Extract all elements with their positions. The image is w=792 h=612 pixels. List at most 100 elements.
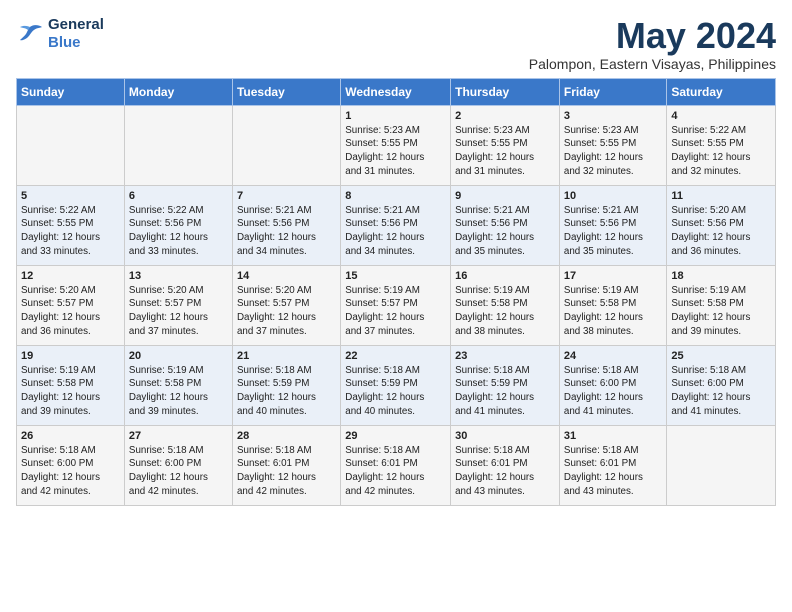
day-number: 22 — [345, 350, 446, 362]
day-number: 7 — [237, 190, 336, 202]
day-info: Sunrise: 5:21 AM Sunset: 5:56 PM Dayligh… — [455, 204, 555, 259]
day-number: 24 — [564, 350, 662, 362]
calendar-day-cell: 7 Sunrise: 5:21 AM Sunset: 5:56 PM Daylig… — [232, 185, 340, 265]
day-info: Sunrise: 5:20 AM Sunset: 5:56 PM Dayligh… — [671, 204, 771, 259]
calendar-day-cell: 22 Sunrise: 5:18 AM Sunset: 5:59 PM Dayli… — [341, 345, 451, 425]
calendar-day-cell: 11 Sunrise: 5:20 AM Sunset: 5:56 PM Dayli… — [667, 185, 776, 265]
day-number: 10 — [564, 190, 662, 202]
title-block: May 2024 Palompon, Eastern Visayas, Phil… — [529, 16, 776, 72]
day-number: 4 — [671, 110, 771, 122]
calendar-day-cell: 8Sunrise: 5:21 AM Sunset: 5:56 PM Daylig… — [341, 185, 451, 265]
day-number: 15 — [345, 270, 446, 282]
calendar-day-cell: 23 Sunrise: 5:18 AM Sunset: 5:59 PM Dayli… — [451, 345, 560, 425]
weekday-header-row: SundayMondayTuesdayWednesdayThursdayFrid… — [17, 78, 776, 105]
logo-line1: General — [48, 16, 104, 34]
day-info: Sunrise: 5:21 AM Sunset: 5:56 PM Dayligh… — [237, 204, 336, 259]
day-number: 17 — [564, 270, 662, 282]
day-info: Sunrise: 5:20 AM Sunset: 5:57 PM Dayligh… — [21, 284, 120, 339]
day-number: 25 — [671, 350, 771, 362]
day-number: 21 — [237, 350, 336, 362]
day-info: Sunrise: 5:18 AM Sunset: 6:00 PM Dayligh… — [564, 364, 662, 419]
day-number: 26 — [21, 430, 120, 442]
day-number: 12 — [21, 270, 120, 282]
day-info: Sunrise: 5:18 AM Sunset: 6:00 PM Dayligh… — [129, 444, 228, 499]
day-info: Sunrise: 5:19 AM Sunset: 5:57 PM Dayligh… — [345, 284, 446, 339]
calendar-day-cell: 3Sunrise: 5:23 AM Sunset: 5:55 PM Daylig… — [559, 105, 666, 185]
day-number: 8 — [345, 190, 446, 202]
calendar-day-cell: 4 Sunrise: 5:22 AM Sunset: 5:55 PM Daylig… — [667, 105, 776, 185]
day-number: 29 — [345, 430, 446, 442]
day-info: Sunrise: 5:18 AM Sunset: 6:00 PM Dayligh… — [21, 444, 120, 499]
calendar-day-cell: 14Sunrise: 5:20 AM Sunset: 5:57 PM Dayli… — [232, 265, 340, 345]
day-info: Sunrise: 5:23 AM Sunset: 5:55 PM Dayligh… — [345, 124, 446, 179]
calendar-day-cell: 15 Sunrise: 5:19 AM Sunset: 5:57 PM Dayli… — [341, 265, 451, 345]
day-number: 20 — [129, 350, 228, 362]
weekday-header-tuesday: Tuesday — [232, 78, 340, 105]
day-info: Sunrise: 5:19 AM Sunset: 5:58 PM Dayligh… — [671, 284, 771, 339]
day-number: 1 — [345, 110, 446, 122]
empty-day-cell — [124, 105, 232, 185]
day-number: 30 — [455, 430, 555, 442]
calendar-day-cell: 10 Sunrise: 5:21 AM Sunset: 5:56 PM Dayli… — [559, 185, 666, 265]
calendar-week-row: 5Sunrise: 5:22 AM Sunset: 5:55 PM Daylig… — [17, 185, 776, 265]
day-number: 18 — [671, 270, 771, 282]
day-number: 6 — [129, 190, 228, 202]
empty-day-cell — [17, 105, 125, 185]
empty-day-cell — [232, 105, 340, 185]
day-info: Sunrise: 5:20 AM Sunset: 5:57 PM Dayligh… — [129, 284, 228, 339]
day-info: Sunrise: 5:18 AM Sunset: 5:59 PM Dayligh… — [455, 364, 555, 419]
day-info: Sunrise: 5:22 AM Sunset: 5:56 PM Dayligh… — [129, 204, 228, 259]
calendar-week-row: 19 Sunrise: 5:19 AM Sunset: 5:58 PM Dayli… — [17, 345, 776, 425]
day-info: Sunrise: 5:22 AM Sunset: 5:55 PM Dayligh… — [21, 204, 120, 259]
weekday-header-monday: Monday — [124, 78, 232, 105]
day-info: Sunrise: 5:19 AM Sunset: 5:58 PM Dayligh… — [455, 284, 555, 339]
calendar-day-cell: 26 Sunrise: 5:18 AM Sunset: 6:00 PM Dayli… — [17, 425, 125, 505]
calendar-day-cell: 21 Sunrise: 5:18 AM Sunset: 5:59 PM Dayli… — [232, 345, 340, 425]
day-info: Sunrise: 5:18 AM Sunset: 5:59 PM Dayligh… — [345, 364, 446, 419]
calendar-day-cell: 13Sunrise: 5:20 AM Sunset: 5:57 PM Dayli… — [124, 265, 232, 345]
weekday-header-wednesday: Wednesday — [341, 78, 451, 105]
day-info: Sunrise: 5:18 AM Sunset: 5:59 PM Dayligh… — [237, 364, 336, 419]
weekday-header-thursday: Thursday — [451, 78, 560, 105]
month-title: May 2024 — [529, 16, 776, 56]
calendar-header: SundayMondayTuesdayWednesdayThursdayFrid… — [17, 78, 776, 105]
weekday-header-saturday: Saturday — [667, 78, 776, 105]
calendar-week-row: 1 Sunrise: 5:23 AM Sunset: 5:55 PM Daylig… — [17, 105, 776, 185]
day-number: 28 — [237, 430, 336, 442]
calendar-day-cell: 12 Sunrise: 5:20 AM Sunset: 5:57 PM Dayli… — [17, 265, 125, 345]
day-info: Sunrise: 5:20 AM Sunset: 5:57 PM Dayligh… — [237, 284, 336, 339]
day-info: Sunrise: 5:21 AM Sunset: 5:56 PM Dayligh… — [564, 204, 662, 259]
day-info: Sunrise: 5:18 AM Sunset: 6:01 PM Dayligh… — [455, 444, 555, 499]
location-title: Palompon, Eastern Visayas, Philippines — [529, 56, 776, 72]
calendar-day-cell: 30 Sunrise: 5:18 AM Sunset: 6:01 PM Dayli… — [451, 425, 560, 505]
calendar-day-cell: 5Sunrise: 5:22 AM Sunset: 5:55 PM Daylig… — [17, 185, 125, 265]
day-info: Sunrise: 5:22 AM Sunset: 5:55 PM Dayligh… — [671, 124, 771, 179]
day-info: Sunrise: 5:18 AM Sunset: 6:01 PM Dayligh… — [237, 444, 336, 499]
calendar-table: SundayMondayTuesdayWednesdayThursdayFrid… — [16, 78, 776, 506]
calendar-week-row: 26 Sunrise: 5:18 AM Sunset: 6:00 PM Dayli… — [17, 425, 776, 505]
logo-icon — [16, 23, 44, 45]
day-info: Sunrise: 5:18 AM Sunset: 6:00 PM Dayligh… — [671, 364, 771, 419]
calendar-day-cell: 28 Sunrise: 5:18 AM Sunset: 6:01 PM Dayli… — [232, 425, 340, 505]
calendar-day-cell: 29 Sunrise: 5:18 AM Sunset: 6:01 PM Dayli… — [341, 425, 451, 505]
day-number: 19 — [21, 350, 120, 362]
calendar-day-cell: 24 Sunrise: 5:18 AM Sunset: 6:00 PM Dayli… — [559, 345, 666, 425]
calendar-day-cell: 1 Sunrise: 5:23 AM Sunset: 5:55 PM Daylig… — [341, 105, 451, 185]
weekday-header-friday: Friday — [559, 78, 666, 105]
day-info: Sunrise: 5:23 AM Sunset: 5:55 PM Dayligh… — [564, 124, 662, 179]
calendar-day-cell: 18 Sunrise: 5:19 AM Sunset: 5:58 PM Dayli… — [667, 265, 776, 345]
day-info: Sunrise: 5:19 AM Sunset: 5:58 PM Dayligh… — [21, 364, 120, 419]
day-info: Sunrise: 5:18 AM Sunset: 6:01 PM Dayligh… — [345, 444, 446, 499]
weekday-header-sunday: Sunday — [17, 78, 125, 105]
page-header: General Blue May 2024 Palompon, Eastern … — [16, 16, 776, 72]
day-number: 11 — [671, 190, 771, 202]
day-number: 9 — [455, 190, 555, 202]
day-number: 16 — [455, 270, 555, 282]
day-number: 23 — [455, 350, 555, 362]
day-info: Sunrise: 5:23 AM Sunset: 5:55 PM Dayligh… — [455, 124, 555, 179]
day-number: 2 — [455, 110, 555, 122]
calendar-week-row: 12 Sunrise: 5:20 AM Sunset: 5:57 PM Dayli… — [17, 265, 776, 345]
calendar-day-cell: 19 Sunrise: 5:19 AM Sunset: 5:58 PM Dayli… — [17, 345, 125, 425]
logo: General Blue — [16, 16, 104, 52]
calendar-day-cell: 9 Sunrise: 5:21 AM Sunset: 5:56 PM Daylig… — [451, 185, 560, 265]
